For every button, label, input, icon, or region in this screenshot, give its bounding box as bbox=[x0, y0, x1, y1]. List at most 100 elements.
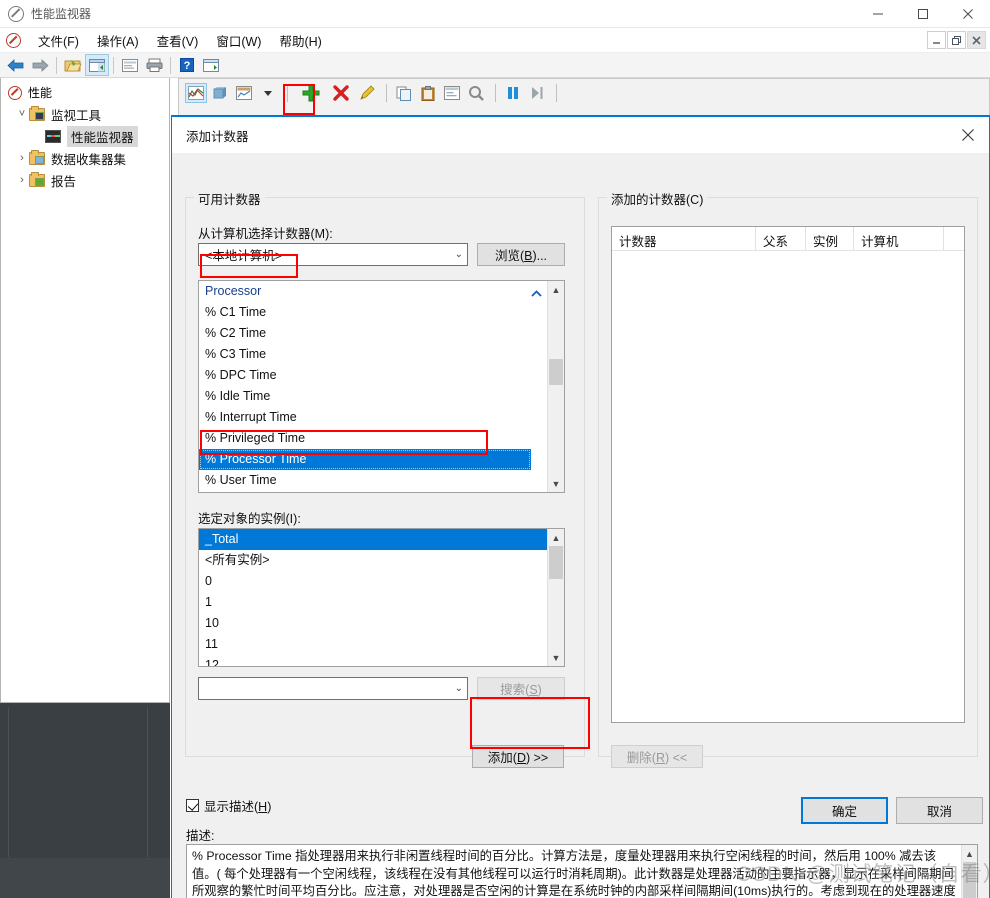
available-counters-list[interactable]: Processor % C1 Time % C2 Time % C3 Time … bbox=[198, 280, 565, 493]
help-icon[interactable]: ? bbox=[175, 54, 199, 76]
print-icon[interactable] bbox=[142, 54, 166, 76]
open-folder-icon[interactable] bbox=[61, 54, 85, 76]
dialog-titlebar: 添加计数器 bbox=[172, 117, 989, 153]
menu-file[interactable]: 文件(F) bbox=[29, 29, 88, 52]
column-header-instance[interactable]: 实例 bbox=[806, 227, 854, 250]
counter-label: % DPC Time bbox=[205, 368, 277, 382]
menu-action[interactable]: 操作(A) bbox=[88, 29, 148, 52]
column-header-extra[interactable] bbox=[944, 227, 964, 250]
add-counter-icon[interactable] bbox=[300, 83, 322, 103]
scrollbar-thumb[interactable] bbox=[549, 546, 563, 579]
instances-label-text: 选定对象的实例(I) bbox=[198, 512, 298, 526]
back-arrow-icon[interactable] bbox=[4, 54, 28, 76]
mdi-restore-button[interactable] bbox=[947, 31, 966, 49]
window-controls bbox=[855, 0, 990, 28]
counter-item[interactable]: % C1 Time bbox=[199, 302, 564, 323]
remove-button[interactable]: 删除(R) << bbox=[611, 745, 703, 768]
counter-item[interactable]: % C3 Time bbox=[199, 344, 564, 365]
scrollbar-thumb[interactable] bbox=[549, 359, 563, 385]
column-header-parent[interactable]: 父系 bbox=[756, 227, 806, 250]
freeze-icon[interactable] bbox=[502, 83, 524, 103]
menu-help[interactable]: 帮助(H) bbox=[270, 29, 330, 52]
show-hide-tree-icon[interactable] bbox=[85, 54, 109, 76]
counter-item[interactable]: % Privileged Time bbox=[199, 428, 564, 449]
counter-label: % Interrupt Time bbox=[205, 410, 297, 424]
expander-icon[interactable]: › bbox=[15, 152, 29, 164]
instance-item[interactable]: 1 bbox=[199, 592, 564, 613]
chevron-down-icon[interactable] bbox=[257, 83, 279, 103]
tree-item-monitoring-tools[interactable]: ˅ 监视工具 bbox=[1, 103, 169, 125]
report-icon[interactable] bbox=[233, 83, 255, 103]
expander-icon[interactable]: › bbox=[15, 174, 29, 186]
mdi-close-button[interactable] bbox=[967, 31, 986, 49]
column-header-computer[interactable]: 计算机 bbox=[854, 227, 944, 250]
scroll-up-icon[interactable]: ▲ bbox=[548, 529, 564, 546]
chevron-down-icon: ⌄ bbox=[454, 683, 463, 694]
mdi-minimize-button[interactable] bbox=[927, 31, 946, 49]
counter-item[interactable]: % C2 Time bbox=[199, 323, 564, 344]
tree-item-reports[interactable]: › 报告 bbox=[1, 169, 169, 191]
update-icon[interactable] bbox=[526, 83, 548, 103]
group-collapse-icon[interactable] bbox=[531, 287, 542, 301]
tree-root[interactable]: 性能 bbox=[1, 78, 169, 103]
ok-button[interactable]: 确定 bbox=[801, 797, 888, 824]
browse-button[interactable]: 浏览(B)... bbox=[477, 243, 565, 266]
chevron-down-icon: ⌄ bbox=[454, 249, 463, 260]
instance-item[interactable]: 11 bbox=[199, 634, 564, 655]
instances-list[interactable]: _Total <所有实例> 0 1 10 11 12 13 ▲ ▼ bbox=[198, 528, 565, 667]
computer-select-combo[interactable]: <本地计算机> ⌄ bbox=[198, 243, 468, 266]
zoom-icon[interactable] bbox=[465, 83, 487, 103]
scroll-down-icon[interactable]: ▼ bbox=[548, 475, 564, 492]
column-header-counter[interactable]: 计数器 bbox=[612, 227, 756, 250]
search-button[interactable]: 搜索(S) bbox=[477, 677, 565, 700]
menu-window[interactable]: 窗口(W) bbox=[207, 29, 270, 52]
tree-item-data-collector-sets[interactable]: › 数据收集器集 bbox=[1, 147, 169, 169]
minimize-button[interactable] bbox=[855, 0, 900, 28]
instance-label: 10 bbox=[205, 616, 219, 630]
dialog-close-button[interactable] bbox=[947, 117, 989, 153]
cancel-button[interactable]: 取消 bbox=[896, 797, 983, 824]
delete-counter-icon[interactable] bbox=[330, 83, 352, 103]
counter-item[interactable]: % Interrupt Time bbox=[199, 407, 564, 428]
counter-group-processor[interactable]: Processor bbox=[199, 281, 564, 302]
counters-list-scrollbar[interactable]: ▲ ▼ bbox=[547, 281, 564, 492]
tree-item-performance-monitor[interactable]: 性能监视器 bbox=[1, 125, 169, 147]
menu-view[interactable]: 查看(V) bbox=[148, 29, 208, 52]
paste-icon[interactable] bbox=[417, 83, 439, 103]
scroll-down-icon[interactable]: ▼ bbox=[548, 649, 564, 666]
properties-icon[interactable] bbox=[441, 83, 463, 103]
new-window-icon[interactable] bbox=[199, 54, 223, 76]
toolbar-separator bbox=[556, 84, 557, 102]
scroll-up-icon[interactable]: ▲ bbox=[548, 281, 564, 298]
instance-item[interactable]: 10 bbox=[199, 613, 564, 634]
histogram-icon[interactable] bbox=[209, 83, 231, 103]
counter-item[interactable]: % Idle Time bbox=[199, 386, 564, 407]
instance-label: 11 bbox=[205, 637, 218, 651]
expander-icon[interactable]: ˅ bbox=[15, 108, 29, 120]
toolbar-separator bbox=[495, 84, 496, 102]
added-counters-grid[interactable]: 计数器 父系 实例 计算机 bbox=[611, 226, 965, 723]
counter-label: Processor bbox=[205, 284, 262, 298]
copy-icon[interactable] bbox=[393, 83, 415, 103]
counter-item[interactable]: % DPC Time bbox=[199, 365, 564, 386]
properties-icon[interactable] bbox=[118, 54, 142, 76]
instance-item[interactable]: 0 bbox=[199, 571, 564, 592]
counter-item-processor-time[interactable]: % Processor Time bbox=[199, 449, 531, 470]
instances-list-scrollbar[interactable]: ▲ ▼ bbox=[547, 529, 564, 666]
window-titlebar: 性能监视器 bbox=[0, 0, 990, 28]
line-graph-icon[interactable] bbox=[185, 83, 207, 103]
maximize-button[interactable] bbox=[900, 0, 945, 28]
instance-item[interactable]: <所有实例> bbox=[199, 550, 564, 571]
instance-search-input[interactable]: ⌄ bbox=[198, 677, 468, 700]
tree-root-label: 性能 bbox=[28, 86, 53, 100]
add-button[interactable]: 添加(D) >> bbox=[472, 745, 564, 768]
instance-item-total[interactable]: _Total bbox=[199, 529, 549, 550]
close-button[interactable] bbox=[945, 0, 990, 28]
mmc-console-icon bbox=[6, 32, 21, 48]
instance-item[interactable]: 12 bbox=[199, 655, 564, 666]
counter-label: % C3 Time bbox=[205, 347, 267, 361]
highlight-icon[interactable] bbox=[356, 83, 378, 103]
show-description-checkbox[interactable]: 显示描述(H) bbox=[186, 796, 271, 815]
forward-arrow-icon[interactable] bbox=[28, 54, 52, 76]
counter-item[interactable]: % User Time bbox=[199, 470, 564, 491]
